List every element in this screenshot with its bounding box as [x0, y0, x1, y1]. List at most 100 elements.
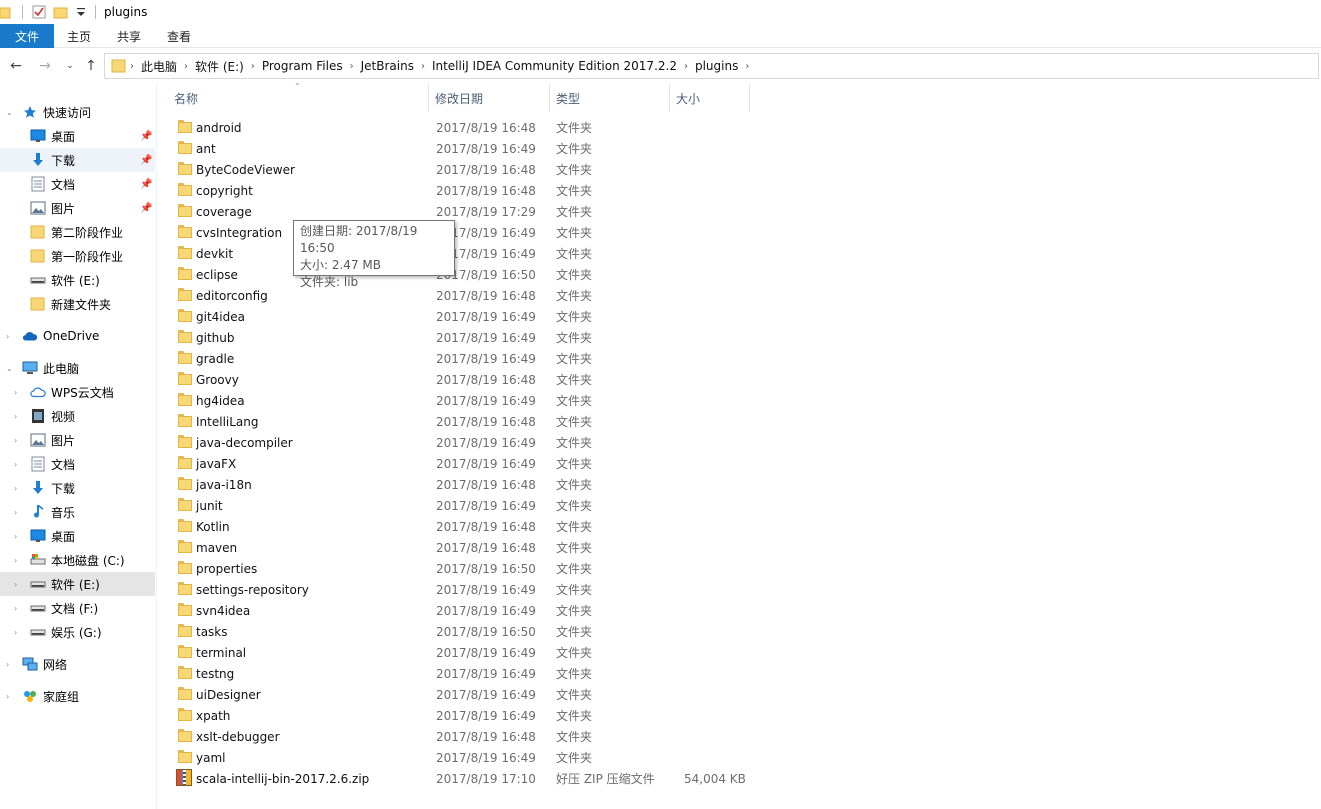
breadcrumb-chevron-icon[interactable]: ›: [347, 61, 357, 72]
nav-pc-item-9[interactable]: › 文档 (F:): [0, 596, 155, 620]
file-row[interactable]: eclipse 2017/8/19 16:50 文件夹: [158, 264, 758, 285]
file-row[interactable]: yaml 2017/8/19 16:49 文件夹: [158, 747, 758, 768]
file-row[interactable]: javaFX 2017/8/19 16:49 文件夹: [158, 453, 758, 474]
nav-pc-item-10[interactable]: › 娱乐 (G:): [0, 620, 155, 644]
file-row[interactable]: scala-intellij-bin-2017.2.6.zip 2017/8/19…: [158, 768, 758, 789]
file-row[interactable]: devkit 2017/8/19 16:49 文件夹: [158, 243, 758, 264]
file-row[interactable]: svn4idea 2017/8/19 16:49 文件夹: [158, 600, 758, 621]
nav-pc-item-4[interactable]: › 下载: [0, 476, 155, 500]
file-row[interactable]: xslt-debugger 2017/8/19 16:48 文件夹: [158, 726, 758, 747]
expand-chevron-icon[interactable]: ›: [6, 660, 9, 669]
tab-home[interactable]: 主页: [54, 24, 104, 48]
file-row[interactable]: testng 2017/8/19 16:49 文件夹: [158, 663, 758, 684]
file-row[interactable]: hg4idea 2017/8/19 16:49 文件夹: [158, 390, 758, 411]
nav-pc-item-7[interactable]: › 本地磁盘 (C:): [0, 548, 155, 572]
expand-chevron-icon[interactable]: ›: [6, 692, 9, 701]
expand-open-chevron-icon[interactable]: ⌄: [6, 364, 13, 373]
file-row[interactable]: java-i18n 2017/8/19 16:48 文件夹: [158, 474, 758, 495]
column-header-name[interactable]: 名称: [168, 84, 429, 112]
nav-quick-item-6[interactable]: 软件 (E:): [0, 268, 155, 292]
breadcrumb-chevron-icon[interactable]: ›: [418, 61, 428, 72]
nav-quick-item-3[interactable]: 图片 📌: [0, 196, 155, 220]
nav-pc-item-0[interactable]: › WPS云文档: [0, 380, 155, 404]
pin-icon[interactable]: 📌: [140, 155, 152, 166]
column-header-date[interactable]: 修改日期: [429, 84, 550, 112]
breadcrumb-plugins[interactable]: plugins: [691, 59, 742, 73]
nav-quick-item-4[interactable]: 第二阶段作业: [0, 220, 155, 244]
breadcrumb-this-pc[interactable]: 此电脑: [137, 58, 181, 75]
nav-quick-item-1[interactable]: 下载 📌: [0, 148, 155, 172]
file-row[interactable]: android 2017/8/19 16:48 文件夹: [158, 117, 758, 138]
nav-quick-item-7[interactable]: 新建文件夹: [0, 292, 155, 316]
pane-splitter[interactable]: [156, 82, 157, 809]
tab-share[interactable]: 共享: [104, 24, 154, 48]
tab-file[interactable]: 文件: [0, 24, 54, 48]
file-row[interactable]: xpath 2017/8/19 16:49 文件夹: [158, 705, 758, 726]
pin-icon[interactable]: 📌: [140, 179, 152, 190]
file-row[interactable]: tasks 2017/8/19 16:50 文件夹: [158, 621, 758, 642]
expand-chevron-icon[interactable]: ›: [14, 604, 17, 613]
expand-chevron-icon[interactable]: ›: [14, 436, 17, 445]
file-row[interactable]: ByteCodeViewer 2017/8/19 16:48 文件夹: [158, 159, 758, 180]
expand-chevron-icon[interactable]: ›: [14, 412, 17, 421]
file-row[interactable]: maven 2017/8/19 16:48 文件夹: [158, 537, 758, 558]
column-header-size[interactable]: 大小: [670, 84, 750, 112]
breadcrumb-chevron-icon[interactable]: ›: [742, 61, 752, 72]
column-header-type[interactable]: 类型: [550, 84, 670, 112]
breadcrumb-drive-e[interactable]: 软件 (E:): [191, 58, 248, 75]
nav-pc-item-2[interactable]: › 图片: [0, 428, 155, 452]
breadcrumb-jetbrains[interactable]: JetBrains: [357, 59, 418, 73]
expand-open-chevron-icon[interactable]: ⌄: [6, 108, 13, 117]
file-row[interactable]: Kotlin 2017/8/19 16:48 文件夹: [158, 516, 758, 537]
nav-homegroup[interactable]: › 家庭组: [0, 684, 155, 708]
address-bar[interactable]: › 此电脑 › 软件 (E:) › Program Files › JetBra…: [104, 53, 1319, 79]
breadcrumb-chevron-icon[interactable]: ›: [681, 61, 691, 72]
expand-chevron-icon[interactable]: ›: [6, 332, 9, 341]
expand-chevron-icon[interactable]: ›: [14, 484, 17, 493]
nav-pc-item-1[interactable]: › 视频: [0, 404, 155, 428]
breadcrumb-program-files[interactable]: Program Files: [258, 59, 347, 73]
properties-check-icon[interactable]: [31, 4, 47, 20]
expand-chevron-icon[interactable]: ›: [14, 628, 17, 637]
file-row[interactable]: IntelliLang 2017/8/19 16:48 文件夹: [158, 411, 758, 432]
file-row[interactable]: properties 2017/8/19 16:50 文件夹: [158, 558, 758, 579]
nav-pc-item-8[interactable]: › 软件 (E:): [0, 572, 155, 596]
expand-chevron-icon[interactable]: ›: [14, 556, 17, 565]
nav-pc-item-3[interactable]: › 文档: [0, 452, 155, 476]
file-row[interactable]: editorconfig 2017/8/19 16:48 文件夹: [158, 285, 758, 306]
file-row[interactable]: copyright 2017/8/19 16:48 文件夹: [158, 180, 758, 201]
up-arrow-icon[interactable]: ↑: [79, 54, 103, 78]
expand-chevron-icon[interactable]: ›: [14, 460, 17, 469]
breadcrumb-intellij[interactable]: IntelliJ IDEA Community Edition 2017.2.2: [428, 59, 681, 73]
nav-network[interactable]: › 网络: [0, 652, 155, 676]
nav-quick-item-0[interactable]: 桌面 📌: [0, 124, 155, 148]
file-row[interactable]: coverage 2017/8/19 17:29 文件夹: [158, 201, 758, 222]
file-row[interactable]: uiDesigner 2017/8/19 16:49 文件夹: [158, 684, 758, 705]
breadcrumb-chevron-icon[interactable]: ›: [181, 61, 191, 72]
nav-quick-item-5[interactable]: 第一阶段作业: [0, 244, 155, 268]
file-row[interactable]: git4idea 2017/8/19 16:49 文件夹: [158, 306, 758, 327]
file-row[interactable]: Groovy 2017/8/19 16:48 文件夹: [158, 369, 758, 390]
file-row[interactable]: ant 2017/8/19 16:49 文件夹: [158, 138, 758, 159]
nav-pc-item-6[interactable]: › 桌面: [0, 524, 155, 548]
file-row[interactable]: github 2017/8/19 16:49 文件夹: [158, 327, 758, 348]
expand-chevron-icon[interactable]: ›: [14, 508, 17, 517]
file-row[interactable]: junit 2017/8/19 16:49 文件夹: [158, 495, 758, 516]
file-row[interactable]: gradle 2017/8/19 16:49 文件夹: [158, 348, 758, 369]
expand-chevron-icon[interactable]: ›: [14, 388, 17, 397]
file-row[interactable]: cvsIntegration 2017/8/19 16:49 文件夹: [158, 222, 758, 243]
file-row[interactable]: java-decompiler 2017/8/19 16:49 文件夹: [158, 432, 758, 453]
breadcrumb-chevron-icon[interactable]: ›: [127, 61, 137, 72]
new-folder-icon[interactable]: [53, 4, 69, 20]
file-row[interactable]: settings-repository 2017/8/19 16:49 文件夹: [158, 579, 758, 600]
expand-chevron-icon[interactable]: ›: [14, 580, 17, 589]
nav-quick-item-2[interactable]: 文档 📌: [0, 172, 155, 196]
expand-chevron-icon[interactable]: ›: [14, 532, 17, 541]
nav-this-pc[interactable]: ⌄ 此电脑: [0, 356, 155, 380]
nav-pc-item-5[interactable]: › 音乐: [0, 500, 155, 524]
nav-onedrive[interactable]: › OneDrive: [0, 324, 155, 348]
tab-view[interactable]: 查看: [154, 24, 204, 48]
breadcrumb-chevron-icon[interactable]: ›: [248, 61, 258, 72]
pin-icon[interactable]: 📌: [140, 203, 152, 214]
file-row[interactable]: terminal 2017/8/19 16:49 文件夹: [158, 642, 758, 663]
